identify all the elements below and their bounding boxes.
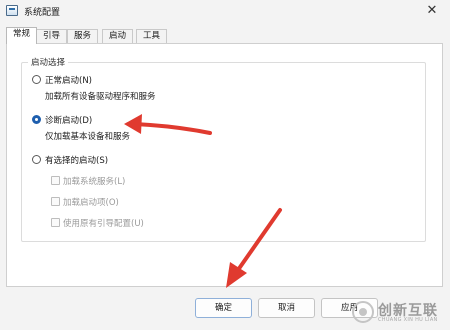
load-system-services-label: 加载系统服务(L)	[63, 177, 126, 187]
selective-startup-radio[interactable]	[32, 155, 41, 164]
diagnostic-startup-description: 仅加载基本设备和服务	[45, 132, 131, 142]
load-system-services-checkbox[interactable]	[51, 176, 60, 185]
cancel-button[interactable]: 取消	[258, 298, 315, 318]
normal-startup-description: 加载所有设备驱动程序和服务	[45, 92, 156, 102]
ok-button[interactable]: 确定	[195, 298, 252, 318]
group-title: 启动选择	[28, 56, 69, 68]
normal-startup-radio[interactable]	[32, 75, 41, 84]
tab-services[interactable]: 服务	[67, 29, 99, 43]
selective-startup-label[interactable]: 有选择的启动(S)	[45, 154, 108, 166]
use-original-boot-config-checkbox[interactable]	[51, 218, 60, 227]
window-title: 系统配置	[24, 8, 61, 18]
watermark-subtext: CHUANG XIN HU LIAN	[378, 317, 438, 323]
diagnostic-startup-label[interactable]: 诊断启动(D)	[45, 114, 92, 126]
normal-startup-label[interactable]: 正常启动(N)	[45, 74, 92, 86]
tab-tools[interactable]: 工具	[136, 29, 168, 43]
startup-selection-group	[21, 62, 426, 242]
close-icon[interactable]: ✕	[424, 3, 440, 19]
watermark: 创新互联 CHUANG XIN HU LIAN	[352, 300, 448, 324]
load-startup-items-checkbox[interactable]	[51, 197, 60, 206]
watermark-logo-icon	[352, 301, 374, 323]
load-startup-items-label: 加载启动项(O)	[63, 198, 119, 208]
tab-boot[interactable]: 引导	[36, 29, 68, 43]
use-original-boot-config-label: 使用原有引导配置(U)	[63, 219, 144, 229]
tab-strip: 常规 引导 服务 启动 工具	[6, 27, 443, 44]
tab-general[interactable]: 常规	[6, 27, 38, 44]
msconfig-icon	[6, 5, 18, 16]
diagnostic-startup-radio[interactable]	[32, 115, 41, 124]
tab-startup[interactable]: 启动	[102, 29, 134, 43]
title-bar: 系统配置 ✕	[0, 0, 450, 22]
